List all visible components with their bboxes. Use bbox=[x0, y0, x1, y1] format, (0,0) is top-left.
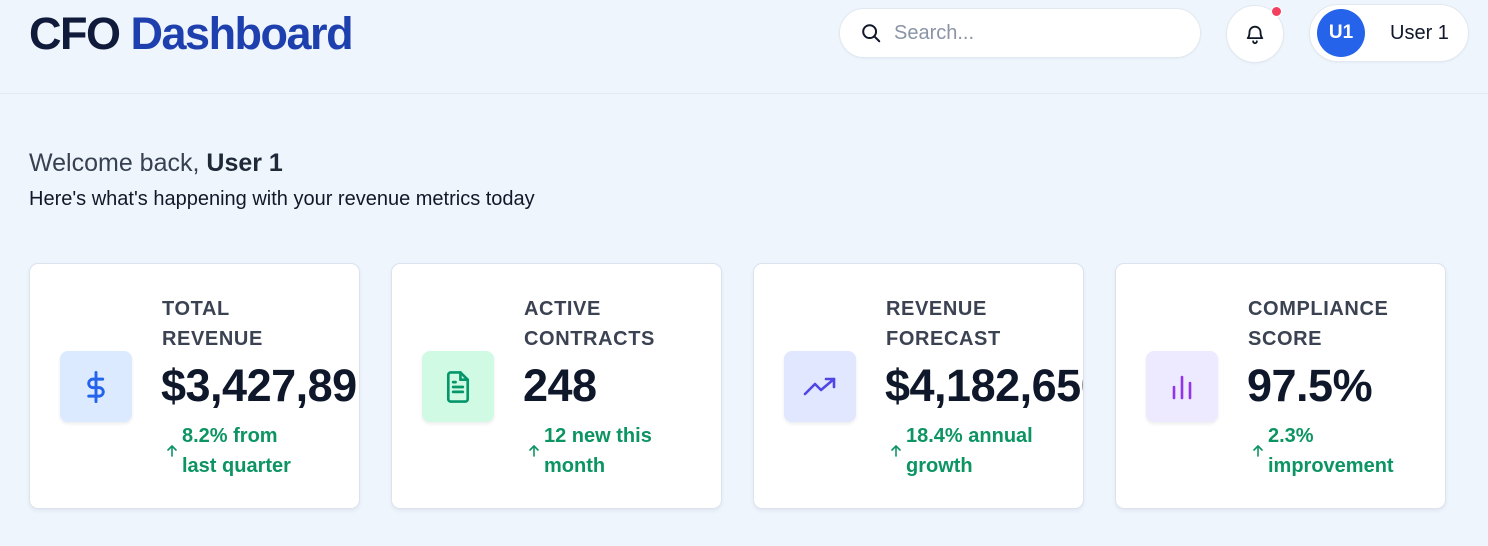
metric-label-line: COMPLIANCE bbox=[1248, 298, 1389, 320]
metric-label: ACTIVE CONTRACTS bbox=[524, 294, 714, 354]
metric-label: COMPLIANCE SCORE bbox=[1248, 294, 1438, 354]
dollar-icon bbox=[87, 370, 105, 403]
user-name: User 1 bbox=[1390, 21, 1449, 44]
metric-card-active-contracts: ACTIVE CONTRACTS 248 12 new this month bbox=[391, 263, 722, 509]
metric-change: 2.3% improvement bbox=[1248, 421, 1438, 481]
search-icon bbox=[862, 24, 881, 43]
bell-icon bbox=[1246, 25, 1264, 45]
metric-change-text: 12 new this bbox=[544, 425, 652, 447]
metric-change: 12 new this month bbox=[524, 421, 714, 481]
arrow-up-icon bbox=[529, 445, 539, 457]
metric-label-line: CONTRACTS bbox=[524, 328, 655, 350]
welcome-greeting: Welcome back, bbox=[29, 149, 200, 177]
metric-card-compliance-score: COMPLIANCE SCORE 97.5% 2.3% improvement bbox=[1115, 263, 1446, 509]
metric-label-line: REVENUE bbox=[886, 298, 987, 320]
brand-text-accent: Dashboard bbox=[130, 8, 354, 59]
metric-value: 97.5% bbox=[1247, 360, 1373, 411]
page-title: CFO Dashboard bbox=[29, 8, 354, 60]
arrow-up-icon bbox=[891, 445, 901, 457]
metric-card-total-revenue: TOTAL REVENUE $3,427,891 8.2% from last … bbox=[29, 263, 360, 509]
bar-chart-icon bbox=[1172, 375, 1192, 399]
welcome-user-name: User 1 bbox=[206, 149, 283, 177]
metric-label: TOTAL REVENUE bbox=[162, 294, 352, 354]
metric-icon-box bbox=[784, 351, 856, 422]
search-bar[interactable] bbox=[839, 8, 1201, 58]
arrow-up-icon bbox=[167, 445, 177, 457]
metric-label-line: TOTAL bbox=[162, 298, 230, 320]
trending-up-icon bbox=[803, 377, 836, 395]
metric-change-text: growth bbox=[906, 455, 973, 477]
notification-badge bbox=[1271, 6, 1282, 17]
metric-change-text: last quarter bbox=[182, 455, 291, 477]
brand-text-primary: CFO bbox=[29, 8, 121, 59]
metric-label-line: FORECAST bbox=[886, 328, 1001, 350]
metric-label-line: ACTIVE bbox=[524, 298, 601, 320]
metric-card-revenue-forecast: REVENUE FORECAST $4,182,650 18.4% annual… bbox=[753, 263, 1084, 509]
welcome-subtitle: Here's what's happening with your revenu… bbox=[29, 188, 535, 210]
metric-icon-box bbox=[422, 351, 494, 422]
top-header: CFO Dashboard U1 User 1 bbox=[0, 0, 1488, 94]
search-input[interactable] bbox=[894, 21, 1184, 45]
metric-value: 248 bbox=[523, 360, 597, 411]
metric-value: $4,182,650 bbox=[885, 360, 1084, 411]
metric-icon-box bbox=[60, 351, 132, 422]
metric-label-line: SCORE bbox=[1248, 328, 1323, 350]
metric-icon-box bbox=[1146, 351, 1218, 422]
metric-change: 8.2% from last quarter bbox=[162, 421, 352, 481]
metric-value: $3,427,891 bbox=[161, 360, 360, 411]
metric-label: REVENUE FORECAST bbox=[886, 294, 1076, 354]
metric-change-text: 18.4% annual bbox=[906, 425, 1033, 447]
metric-change-text: improvement bbox=[1268, 455, 1394, 477]
arrow-up-icon bbox=[1253, 445, 1263, 457]
welcome-heading: Welcome back, User 1 bbox=[29, 146, 283, 180]
document-icon bbox=[446, 370, 470, 403]
notifications-button[interactable] bbox=[1226, 5, 1284, 63]
metric-label-line: REVENUE bbox=[162, 328, 263, 350]
user-menu[interactable]: U1 User 1 bbox=[1309, 4, 1469, 62]
avatar: U1 bbox=[1317, 9, 1365, 57]
metric-change-text: 8.2% from bbox=[182, 425, 278, 447]
metric-change-text: month bbox=[544, 455, 606, 477]
metric-change-text: 2.3% bbox=[1268, 425, 1314, 447]
metric-change: 18.4% annual growth bbox=[886, 421, 1076, 481]
